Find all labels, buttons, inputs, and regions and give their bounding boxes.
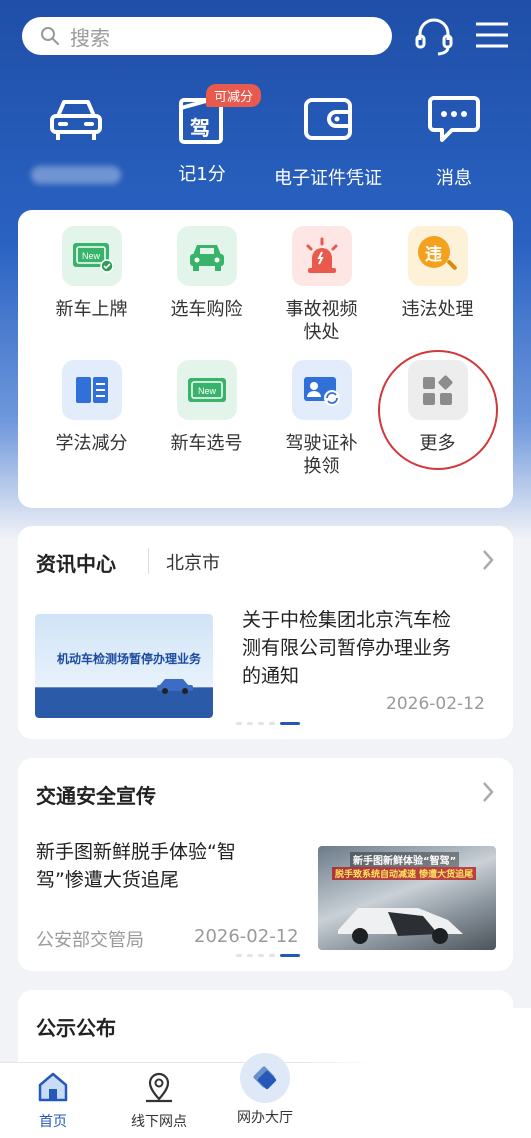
tab-label: 首页 (39, 1114, 67, 1130)
violation-icon: 违 (407, 226, 468, 286)
chevron-right-icon[interactable] (481, 548, 495, 572)
location-icon (146, 1072, 172, 1103)
menu-icon[interactable] (470, 14, 514, 58)
license-glyph: 驾 (190, 116, 210, 140)
search-icon (41, 27, 59, 45)
service-label: 新车选号 (170, 433, 243, 454)
carousel-indicator (236, 722, 300, 725)
safety-source: 公安部交管局 (36, 930, 144, 951)
safety-card[interactable]: 交通安全宣传 新手图新鲜脱手体验“智 驾”惨遭大货追尾 公安部交管局 2026-0… (18, 758, 513, 971)
notice-title: 公示公布 (36, 1016, 116, 1040)
news-card[interactable]: 资讯中心 北京市 机动车检测场暂停办理业务 关于中检集团北京汽车检 测有限公司暂停… (18, 526, 513, 739)
search-bar[interactable]: 搜索 (22, 17, 392, 55)
license-renew-icon (291, 360, 352, 420)
siren-icon (291, 226, 352, 286)
service-study-reduce[interactable]: 学法减分 (34, 360, 149, 455)
tab-offline-points[interactable]: 线下网点 (109, 1071, 209, 1131)
service-car-insurance[interactable]: 选车购险 (149, 226, 264, 321)
service-label: 驾驶证补 换领 (285, 433, 358, 477)
news-title: 资讯中心 (36, 552, 116, 576)
car-insurance-icon (176, 226, 237, 286)
safety-date: 2026-02-12 (194, 926, 299, 947)
headset-icon[interactable] (412, 14, 456, 58)
book-icon (61, 360, 122, 420)
quick-messages[interactable]: 消息 (394, 88, 514, 190)
plate-number-icon: New (176, 360, 237, 420)
chevron-right-icon[interactable] (481, 780, 495, 804)
quick-vehicle[interactable] (16, 88, 136, 184)
car-icon (50, 100, 102, 140)
divider (148, 548, 149, 574)
service-label: 事故视频 快处 (285, 299, 358, 343)
safety-thumbnail[interactable]: 新手图新鲜体验“智驾” 脱手致系统自动减速 惨遭大货追尾 (318, 846, 496, 950)
wallet-icon (304, 98, 352, 140)
service-plate-number[interactable]: New 新车选号 (149, 360, 264, 455)
quick-label-points: 记1分 (178, 164, 226, 185)
safety-title: 交通安全宣传 (36, 784, 156, 808)
tab-home[interactable]: 首页 (3, 1071, 103, 1131)
service-label: 学法减分 (55, 433, 128, 454)
new-plate-icon: New (61, 226, 122, 286)
news-item-title[interactable]: 关于中检集团北京汽车检 测有限公司暂停办理业务 的通知 (242, 606, 451, 690)
service-new-plate[interactable]: New 新车上牌 (34, 226, 149, 321)
vehicle-plate-blurred (31, 166, 121, 184)
quick-label-messages: 消息 (436, 168, 472, 189)
quick-label-e-certificate: 电子证件凭证 (274, 168, 382, 189)
svg-text:New: New (197, 386, 216, 396)
hall-icon (240, 1053, 290, 1103)
search-placeholder: 搜索 (70, 25, 110, 50)
blur-overlay (300, 1008, 531, 1138)
service-accident-video[interactable]: 事故视频 快处 (264, 226, 379, 344)
news-date: 2026-02-12 (386, 694, 485, 714)
service-violation[interactable]: 违 违法处理 (380, 226, 495, 321)
safety-item-title[interactable]: 新手图新鲜脱手体验“智 驾”惨遭大货追尾 (36, 838, 236, 894)
service-label: 违法处理 (401, 299, 474, 320)
svg-text:New: New (81, 251, 100, 261)
home-icon (38, 1072, 68, 1102)
points-badge: 可减分 (206, 84, 262, 107)
carousel-indicator (236, 954, 300, 957)
service-label: 选车购险 (170, 299, 243, 320)
message-icon (428, 96, 480, 142)
service-label: 新车上牌 (55, 299, 128, 320)
quick-points[interactable]: 驾 可减分 记1分 (142, 84, 262, 186)
license-icon: 驾 可减分 (172, 84, 262, 148)
highlight-circle (378, 350, 498, 470)
tab-label: 线下网点 (131, 1114, 187, 1130)
news-city[interactable]: 北京市 (166, 549, 220, 575)
service-license-renew[interactable]: 驾驶证补 换领 (264, 360, 379, 478)
news-thumbnail[interactable]: 机动车检测场暂停办理业务 (35, 614, 213, 718)
quick-e-certificate[interactable]: 电子证件凭证 (268, 88, 388, 190)
